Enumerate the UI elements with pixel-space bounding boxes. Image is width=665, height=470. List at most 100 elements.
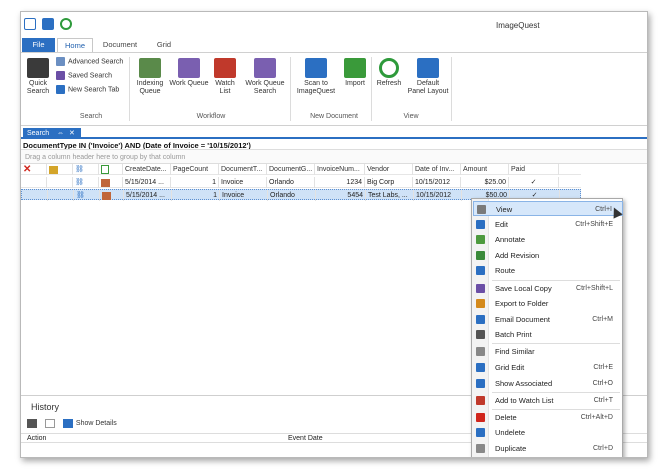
menu-item-edit[interactable]: Edit Ctrl+Shift+E	[473, 217, 623, 232]
ribbon-separator	[451, 57, 452, 121]
import-button[interactable]: Import	[341, 58, 369, 88]
menu-item-shortcut: Ctrl+O	[592, 379, 613, 387]
refresh-button[interactable]: Refresh	[373, 58, 405, 88]
menu-item-delete[interactable]: Delete Ctrl+Alt+D	[473, 410, 623, 425]
menu-item-label: Grid Edit	[495, 363, 525, 372]
watch-list-button[interactable]: Watch List	[211, 58, 239, 96]
cell-date-of-invoice: 10/15/2012	[413, 177, 461, 188]
export-icon[interactable]	[44, 419, 55, 428]
document-thumbnail-icon[interactable]	[99, 177, 123, 188]
new-search-tab-button[interactable]: New Search Tab	[56, 85, 119, 95]
default-panel-layout-button[interactable]: Default Panel Layout	[406, 58, 450, 96]
advanced-search-button[interactable]: Advanced Search	[56, 57, 123, 67]
email-icon	[476, 314, 485, 324]
menu-item-add-revision[interactable]: Add Revision	[473, 248, 623, 263]
cell-vendor: Test Labs, ...	[366, 190, 414, 201]
app-window: ImageQuest File Home Document Grid Quick…	[20, 11, 648, 458]
advanced-search-icon	[56, 57, 65, 66]
col-event-date[interactable]: Event Date	[288, 434, 323, 444]
new-document-group-label: New Document	[310, 113, 358, 120]
tab-grid[interactable]: Grid	[149, 38, 179, 52]
link-column-icon: ⛓	[73, 164, 99, 175]
route-icon	[476, 266, 485, 276]
panel-layout-icon	[417, 58, 439, 78]
col-date-of-invoice[interactable]: Date of Inv...	[413, 164, 461, 175]
menu-item-shortcut: Ctrl+M	[592, 315, 613, 323]
document-column-icon	[99, 164, 123, 175]
paid-checkbox[interactable]: ✓	[509, 177, 559, 188]
tab-file[interactable]: File	[22, 38, 55, 52]
ribbon-tabs: File Home Document Grid	[21, 38, 647, 53]
menu-item-shortcut: Ctrl+T	[593, 396, 613, 404]
col-paid[interactable]: Paid	[509, 164, 559, 175]
menu-item-undelete[interactable]: Undelete	[473, 425, 623, 440]
print-icon[interactable]	[27, 419, 37, 428]
menu-item-label: Edit	[495, 219, 508, 229]
col-action[interactable]: Action	[27, 434, 46, 444]
menu-item-view[interactable]: View Ctrl+I	[473, 201, 623, 216]
cell-create-date: 5/15/2014 ...	[124, 190, 172, 201]
menu-item-add-to-watch-list[interactable]: Add to Watch List Ctrl+T	[473, 393, 623, 408]
tab-search[interactable]: Search ⇔ ✕	[23, 128, 81, 139]
undelete-icon	[476, 428, 485, 438]
col-document-group[interactable]: DocumentG...	[267, 164, 315, 175]
menu-item-label: View	[496, 205, 513, 214]
work-queue-icon	[178, 58, 200, 78]
menu-item-save-local-copy[interactable]: Save Local Copy Ctrl+Shift+L	[473, 281, 623, 296]
pin-icon[interactable]: ⇔	[57, 128, 64, 139]
tab-home[interactable]: Home	[57, 38, 93, 53]
search-group-label: Search	[79, 113, 103, 120]
col-page-count[interactable]: PageCount	[171, 164, 219, 175]
ribbon-separator	[129, 57, 130, 121]
menu-item-find-similar[interactable]: Find Similar	[473, 344, 623, 359]
col-amount[interactable]: Amount	[461, 164, 509, 175]
show-details-button[interactable]: Show Details	[62, 419, 117, 428]
col-invoice-number[interactable]: InvoiceNum...	[315, 164, 365, 175]
view-group-label: View	[403, 113, 419, 120]
col-document-type[interactable]: DocumentT...	[219, 164, 267, 175]
menu-item-label: Export to Folder	[495, 299, 549, 309]
menu-item-batch-print[interactable]: Batch Print	[473, 327, 623, 342]
menu-item-label: Save Local Copy	[495, 283, 552, 293]
title-bar: ImageQuest	[21, 12, 647, 37]
scan-to-imagequest-button[interactable]: Scan to ImageQuest	[293, 58, 339, 96]
indexing-queue-icon	[139, 58, 161, 78]
menu-item-grid-edit[interactable]: Grid Edit Ctrl+E	[473, 360, 623, 375]
menu-item-label: Annotate	[495, 235, 526, 245]
cell-amount: $25.00	[461, 177, 509, 188]
saved-search-button[interactable]: Saved Search	[56, 71, 112, 81]
document-thumbnail-icon[interactable]	[100, 190, 124, 201]
quick-search-button[interactable]: Quick Search	[24, 58, 52, 96]
col-vendor[interactable]: Vendor	[365, 164, 413, 175]
link-icon[interactable]: ⛓	[73, 177, 99, 188]
context-menu: View Ctrl+I Edit Ctrl+Shift+E Annotate Add Re…	[471, 198, 623, 457]
group-by-panel[interactable]: Drag a column header here to group by th…	[21, 149, 647, 164]
cell-page-count: 1	[171, 177, 219, 188]
menu-item-export-to-folder[interactable]: Export to Folder	[473, 296, 623, 311]
menu-item-label: Delete	[495, 412, 517, 422]
menu-item-email-document[interactable]: Email Document Ctrl+M	[473, 312, 623, 327]
tab-document[interactable]: Document	[99, 38, 141, 52]
menu-item-label: Add to Watch List	[495, 395, 554, 405]
menu-item-show-associated[interactable]: Show Associated Ctrl+O	[473, 376, 623, 391]
find-similar-icon	[476, 347, 485, 357]
ribbon: Quick Search Advanced Search Saved Searc…	[21, 52, 647, 126]
link-icon	[476, 378, 485, 388]
link-icon[interactable]: ⛓	[74, 190, 100, 201]
menu-item-route[interactable]: Route	[473, 263, 623, 278]
menu-item-duplicate[interactable]: Duplicate Ctrl+D	[473, 441, 623, 456]
save-icon	[476, 283, 485, 293]
menu-item-annotate[interactable]: Annotate	[473, 232, 623, 247]
table-row[interactable]: ⛓ 5/15/2014 ... 1 Invoice Orlando 1234 B…	[21, 177, 581, 188]
indexing-queue-button[interactable]: Indexing Queue	[133, 58, 167, 96]
close-icon[interactable]: ✕	[69, 128, 75, 139]
work-queue-search-button[interactable]: Work Queue Search	[243, 58, 287, 96]
workflow-group-label: Workflow	[196, 113, 226, 120]
app-logo-icon	[24, 18, 36, 30]
col-create-date[interactable]: CreateDate...	[123, 164, 171, 175]
menu-item-label: Undelete	[495, 428, 526, 438]
binoculars-icon[interactable]	[42, 18, 54, 30]
cell-invoice-number: 5454	[316, 190, 366, 201]
work-queue-button[interactable]: Work Queue	[169, 58, 209, 88]
refresh-quick-icon[interactable]	[60, 18, 72, 30]
